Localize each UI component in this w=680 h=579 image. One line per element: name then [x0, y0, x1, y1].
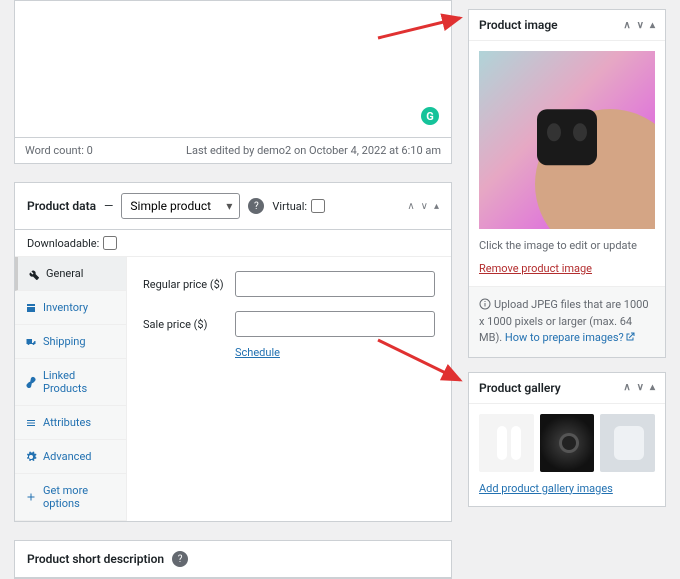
- gear-icon: [25, 451, 37, 463]
- panel-down-icon[interactable]: ∨: [637, 20, 644, 31]
- tab-attributes[interactable]: Attributes: [15, 406, 126, 440]
- grammarly-icon[interactable]: G: [421, 107, 439, 125]
- short-description-panel: Product short description ?: [14, 540, 452, 579]
- panel-up-icon[interactable]: ∧: [623, 20, 630, 31]
- panel-down-icon[interactable]: ∨: [421, 201, 428, 212]
- tab-linked-products[interactable]: Linked Products: [15, 359, 126, 406]
- product-gallery-panel: Product gallery ∧ ∨ ▴ Add product galler…: [468, 372, 666, 507]
- product-type-select[interactable]: Simple product: [121, 193, 240, 219]
- product-data-title: Product data: [27, 199, 96, 213]
- inventory-icon: [25, 302, 37, 314]
- downloadable-checkbox[interactable]: [103, 236, 117, 250]
- tab-shipping[interactable]: Shipping: [15, 325, 126, 359]
- info-icon: [479, 298, 491, 310]
- how-to-prepare-link[interactable]: How to prepare images?: [505, 331, 639, 344]
- last-edited: Last edited by demo2 on October 4, 2022 …: [186, 144, 441, 157]
- product-data-tabs: General Inventory Shipping Linked Produc…: [15, 257, 127, 521]
- tab-get-more[interactable]: Get more options: [15, 474, 126, 521]
- product-data-panel: Product data — Simple product ▾ ? Virtua…: [14, 182, 452, 522]
- help-icon[interactable]: ?: [172, 551, 188, 567]
- panel-up-icon[interactable]: ∧: [407, 201, 414, 212]
- panel-toggle-icon[interactable]: ▴: [650, 20, 655, 31]
- sale-price-label: Sale price ($): [143, 318, 235, 331]
- short-description-title: Product short description: [27, 552, 164, 566]
- plus-icon: [25, 491, 37, 503]
- image-hint: Click the image to edit or update: [479, 239, 655, 252]
- tab-inventory[interactable]: Inventory: [15, 291, 126, 325]
- product-image-title: Product image: [479, 18, 558, 32]
- virtual-label: Virtual:: [272, 200, 307, 213]
- wrench-icon: [28, 268, 40, 280]
- tab-advanced[interactable]: Advanced: [15, 440, 126, 474]
- sale-price-input[interactable]: [235, 311, 435, 337]
- downloadable-label: Downloadable:: [27, 237, 99, 250]
- description-editor[interactable]: G: [14, 0, 452, 138]
- external-link-icon: [624, 331, 636, 343]
- product-image-preview[interactable]: [479, 51, 655, 229]
- regular-price-input[interactable]: [235, 271, 435, 297]
- schedule-link[interactable]: Schedule: [235, 346, 280, 359]
- truck-icon: [25, 336, 37, 348]
- remove-image-link[interactable]: Remove product image: [479, 262, 592, 275]
- product-gallery-title: Product gallery: [479, 381, 561, 395]
- tab-general[interactable]: General: [15, 257, 126, 291]
- help-icon[interactable]: ?: [248, 198, 264, 214]
- panel-toggle-icon[interactable]: ▴: [650, 382, 655, 393]
- link-icon: [25, 376, 37, 388]
- panel-toggle-icon[interactable]: ▴: [434, 201, 439, 212]
- regular-price-label: Regular price ($): [143, 278, 235, 291]
- product-image-panel: Product image ∧ ∨ ▴ Click the image to e…: [468, 9, 666, 358]
- list-icon: [25, 417, 37, 429]
- word-count: Word count: 0: [25, 144, 93, 157]
- gallery-thumb[interactable]: [600, 414, 655, 472]
- editor-footer: Word count: 0 Last edited by demo2 on Oc…: [14, 138, 452, 164]
- add-gallery-link[interactable]: Add product gallery images: [479, 482, 613, 495]
- gallery-thumb[interactable]: [540, 414, 595, 472]
- virtual-checkbox[interactable]: [311, 199, 325, 213]
- upload-info: Upload JPEG files that are 1000 x 1000 p…: [469, 286, 665, 357]
- panel-down-icon[interactable]: ∨: [637, 382, 644, 393]
- gallery-thumb[interactable]: [479, 414, 534, 472]
- panel-up-icon[interactable]: ∧: [623, 382, 630, 393]
